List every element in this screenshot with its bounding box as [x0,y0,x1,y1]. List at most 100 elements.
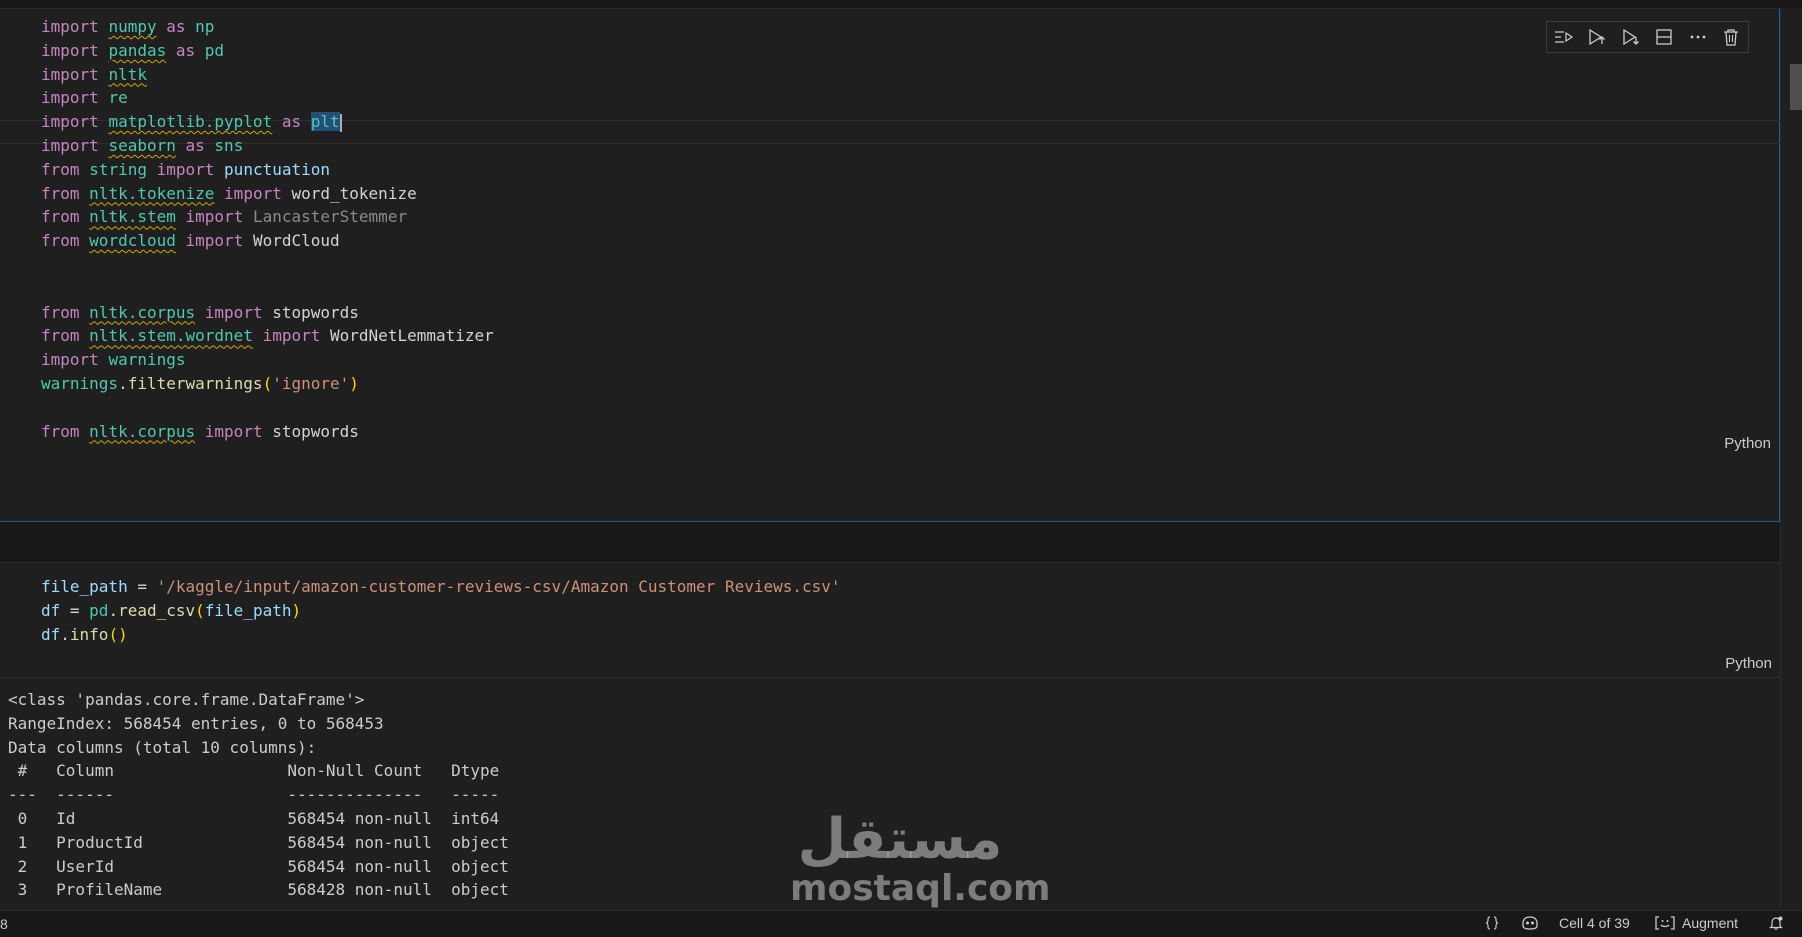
cell-1-language[interactable]: Python [1724,435,1771,452]
run-below-icon[interactable] [1619,25,1643,49]
braces-icon[interactable] [1484,915,1500,931]
code-line[interactable]: df = pd.read_csv(file_path) [41,599,841,623]
output-line: --- ------ -------------- ----- [8,785,509,805]
code-line[interactable]: from nltk.corpus import stopwords [41,420,494,444]
code-line[interactable] [41,277,494,301]
code-token: import [41,40,99,60]
code-token: sns [214,135,244,155]
watermark: مستقل mostaql.com [790,810,1051,908]
code-token: 'ignore' [272,373,350,393]
code-token: wordcloud [89,231,176,251]
code-line[interactable]: import seaborn as sns [41,134,494,158]
code-token: ) [349,373,359,393]
code-token: import [224,183,282,203]
more-icon[interactable] [1686,25,1710,49]
code-token: np [195,17,215,36]
code-token: from [41,159,80,179]
output-line: # Column Non-Null Count Dtype [8,761,509,781]
delete-icon[interactable] [1719,25,1743,49]
code-line[interactable]: import nltk [41,63,494,87]
code-token: nltk.stem.wordnet [89,326,253,346]
code-token: warnings [41,373,119,393]
run-above-icon[interactable] [1585,25,1609,49]
code-token: import [41,135,99,155]
code-token: info [69,624,109,644]
code-line[interactable]: from wordcloud import WordCloud [41,229,494,253]
code-token: import [262,326,321,346]
code-cell-1[interactable]: import numpy as np import pandas as pd imp… [0,8,1780,522]
code-line[interactable]: from nltk.stem import LancasterStemmer [41,205,494,229]
code-line[interactable]: from nltk.corpus import stopwords [41,301,494,325]
code-line[interactable]: import numpy as np [41,15,494,39]
code-line[interactable]: from string import punctuation [41,158,494,182]
output-line: <class 'pandas.core.frame.DataFrame'> [8,690,365,709]
code-cell-2[interactable]: file_path = '/kaggle/input/amazon-custom… [0,562,1780,678]
status-left-fragment: 8 [0,916,8,932]
augment-button[interactable]: Augment [1654,915,1738,931]
code-token: import [156,159,215,179]
output-line: 0 Id 568454 non-null int64 [8,808,509,828]
code-token: nltk.tokenize [89,183,215,203]
code-token: from [41,421,80,441]
output-line: Data columns (total 10 columns): [8,737,317,757]
output-text: <class 'pandas.core.frame.DataFrame'> Ran… [8,688,509,902]
cell-1-editor[interactable]: import numpy as np import pandas as pd imp… [41,15,494,443]
code-line[interactable]: warnings.filterwarnings('ignore') [41,372,494,396]
cell-position[interactable]: Cell 4 of 39 [1559,915,1630,931]
code-token: '/kaggle/input/amazon-customer-reviews-c… [156,577,841,596]
split-cell-icon[interactable] [1652,25,1676,49]
code-token: LancasterStemmer [252,207,408,227]
code-token: () [108,624,128,644]
code-token: import [41,350,99,370]
code-line[interactable]: df.info() [41,623,841,647]
code-line[interactable]: from nltk.stem.wordnet import WordNetLem… [41,324,494,348]
code-token: pd [89,600,109,620]
code-line[interactable]: import pandas as pd [41,39,494,63]
code-line[interactable]: from nltk.tokenize import word_tokenize [41,182,494,206]
code-token: as [281,112,302,132]
code-token: = [127,577,157,596]
copilot-icon[interactable] [1520,915,1540,931]
notifications-bell-icon[interactable] [1768,915,1784,931]
code-line[interactable]: import re [41,86,494,110]
code-line[interactable] [41,253,494,277]
code-token: read_csv [118,600,196,620]
cell-2-language[interactable]: Python [1725,655,1772,672]
code-token: stopwords [272,421,359,441]
editor-scrollbar[interactable] [1780,8,1802,910]
output-line: RangeIndex: 568454 entries, 0 to 568453 [8,713,384,733]
code-token: as [166,17,186,36]
cell-2-editor[interactable]: file_path = '/kaggle/input/amazon-custom… [41,575,841,646]
code-line[interactable]: file_path = '/kaggle/input/amazon-custom… [41,575,841,599]
code-token: nltk.stem [89,207,176,227]
code-token: pd [204,40,225,60]
code-line[interactable]: import warnings [41,348,494,372]
code-token: ( [195,600,205,620]
scrollbar-thumb[interactable] [1790,64,1802,110]
code-token: ) [291,600,302,620]
code-token: import [41,112,99,132]
code-line[interactable] [41,396,494,420]
code-token: import [204,421,263,441]
execute-above-icon[interactable] [1552,25,1576,49]
code-token: from [41,207,80,227]
code-line[interactable]: import matplotlib.pyplot as plt [41,110,494,134]
code-token: df [41,600,61,620]
